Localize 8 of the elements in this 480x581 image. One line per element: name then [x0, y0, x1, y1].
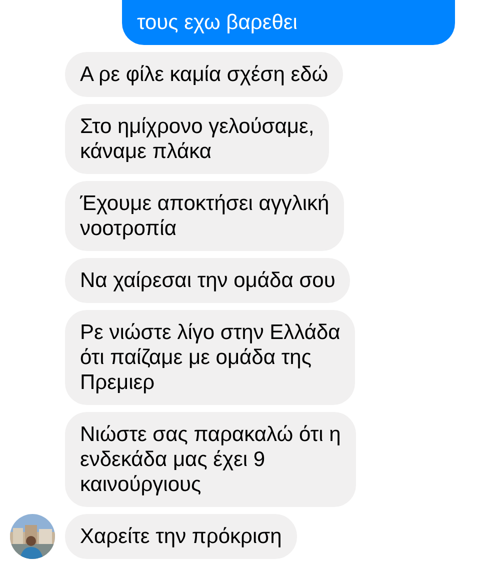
message-bubble: Νιώστε σας παρακαλώ ότι η ενδεκάδα μας έχει 9 καινούργιους: [65, 412, 356, 507]
message-bubble: Α ρε φίλε καμία σχέση εδώ: [65, 52, 344, 97]
message-bubble: Χαρείτε την πρόκριση: [65, 514, 297, 559]
message-bubble: Ρε νιώστε λίγο στην Ελλάδα ότι παίζαμε με ομάδα της Πρεμιερ: [65, 310, 356, 405]
message-bubble: Στο ημίχρονο γελούσαμε, κάναμε πλάκα: [65, 104, 330, 174]
message-bubble: Να χαίρεσαι την ομάδα σου: [65, 258, 350, 303]
message-bubble: τους εχω βαρεθει: [122, 0, 455, 45]
message-bubble: Έχουμε αποκτήσει αγγλική νοοτροπία: [65, 181, 344, 251]
